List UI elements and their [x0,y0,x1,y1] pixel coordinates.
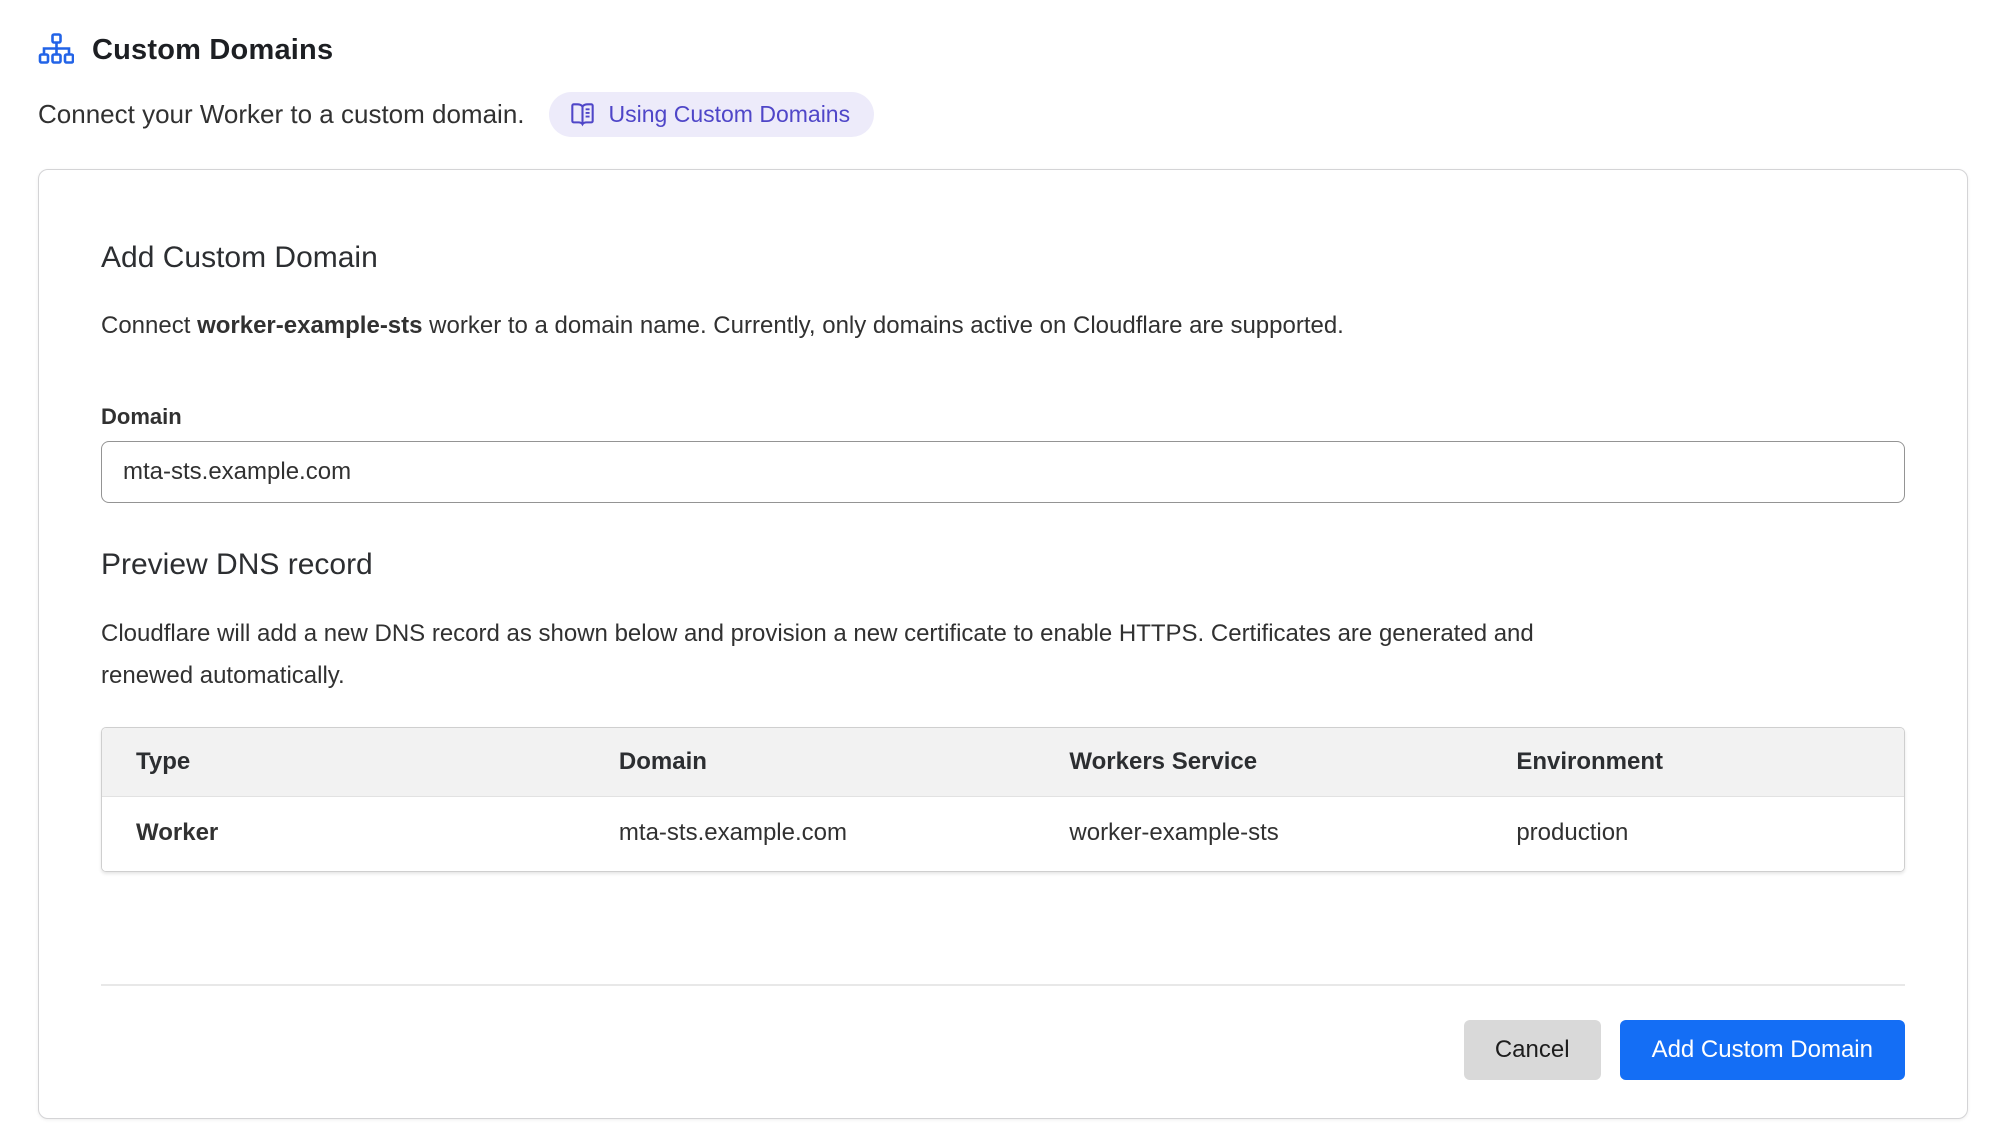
column-header-type: Type [102,728,585,797]
form-heading: Add Custom Domain [101,240,1905,276]
domain-input[interactable] [101,441,1905,503]
add-custom-domain-card: Add Custom Domain Connect worker-example… [38,169,1968,1119]
page-subtitle-row: Connect your Worker to a custom domain. … [38,92,1961,137]
table-header-row: Type Domain Workers Service Environment [102,728,1904,797]
column-header-domain: Domain [585,728,1036,797]
worker-name: worker-example-sts [197,312,422,339]
actions-row: Cancel Add Custom Domain [101,1020,1905,1080]
preview-heading: Preview DNS record [101,547,1905,583]
cell-domain: mta-sts.example.com [585,797,1036,872]
domain-label: Domain [101,404,1905,430]
page-header: Custom Domains [38,32,1961,68]
page-subtitle: Connect your Worker to a custom domain. [38,99,525,130]
cell-workers-service: worker-example-sts [1035,797,1482,872]
form-description: Connect worker-example-sts worker to a d… [101,310,1905,342]
form-description-prefix: Connect [101,312,197,339]
column-header-environment: Environment [1482,728,1904,797]
dns-preview-table: Type Domain Workers Service Environment … [101,727,1905,872]
page-title: Custom Domains [92,34,333,67]
cancel-button[interactable]: Cancel [1464,1020,1601,1080]
column-header-workers-service: Workers Service [1035,728,1482,797]
preview-description: Cloudflare will add a new DNS record as … [101,613,1551,697]
docs-link-label: Using Custom Domains [609,101,851,128]
footer-divider [101,984,1905,986]
form-description-suffix: worker to a domain name. Currently, only… [423,312,1344,339]
cell-type: Worker [102,797,585,872]
custom-domains-page: Custom Domains Connect your Worker to a … [0,0,1999,1119]
docs-link[interactable]: Using Custom Domains [549,92,875,137]
open-book-icon [569,101,596,128]
add-custom-domain-button[interactable]: Add Custom Domain [1620,1020,1905,1080]
table-row: Worker mta-sts.example.com worker-exampl… [102,797,1904,872]
sitemap-icon [38,32,74,68]
cell-environment: production [1482,797,1904,872]
